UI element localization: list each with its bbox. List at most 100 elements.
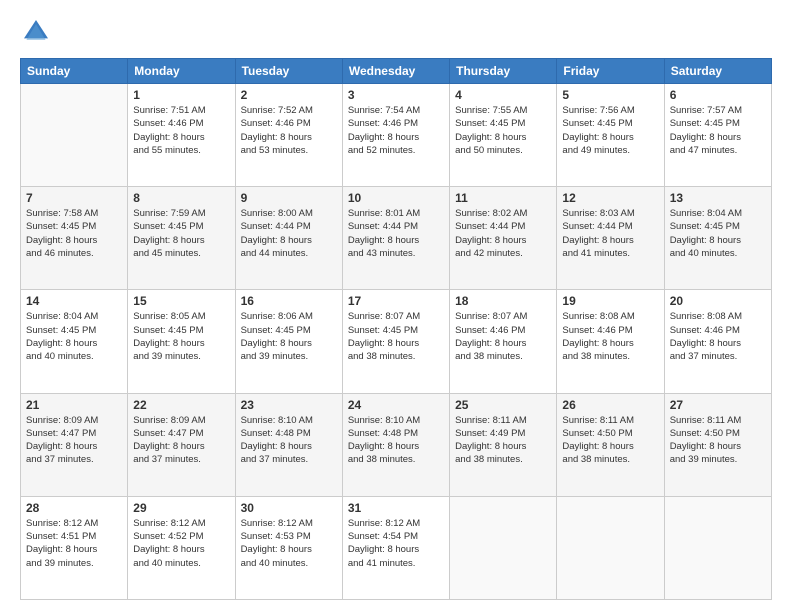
day-number: 13 (670, 191, 766, 205)
logo (20, 16, 56, 48)
day-info: Sunrise: 8:08 AMSunset: 4:46 PMDaylight:… (670, 310, 766, 363)
calendar-table: SundayMondayTuesdayWednesdayThursdayFrid… (20, 58, 772, 600)
day-number: 21 (26, 398, 122, 412)
day-info: Sunrise: 8:09 AMSunset: 4:47 PMDaylight:… (26, 414, 122, 467)
day-info: Sunrise: 8:11 AMSunset: 4:50 PMDaylight:… (562, 414, 658, 467)
day-number: 8 (133, 191, 229, 205)
day-number: 31 (348, 501, 444, 515)
day-info: Sunrise: 8:11 AMSunset: 4:49 PMDaylight:… (455, 414, 551, 467)
day-info: Sunrise: 7:54 AMSunset: 4:46 PMDaylight:… (348, 104, 444, 157)
day-header-thursday: Thursday (450, 59, 557, 84)
day-number: 9 (241, 191, 337, 205)
day-number: 22 (133, 398, 229, 412)
day-info: Sunrise: 8:11 AMSunset: 4:50 PMDaylight:… (670, 414, 766, 467)
day-cell: 20 Sunrise: 8:08 AMSunset: 4:46 PMDaylig… (664, 290, 771, 393)
day-info: Sunrise: 8:06 AMSunset: 4:45 PMDaylight:… (241, 310, 337, 363)
day-number: 30 (241, 501, 337, 515)
week-row-1: 1 Sunrise: 7:51 AMSunset: 4:46 PMDayligh… (21, 84, 772, 187)
day-info: Sunrise: 8:03 AMSunset: 4:44 PMDaylight:… (562, 207, 658, 260)
day-cell: 6 Sunrise: 7:57 AMSunset: 4:45 PMDayligh… (664, 84, 771, 187)
day-cell: 5 Sunrise: 7:56 AMSunset: 4:45 PMDayligh… (557, 84, 664, 187)
day-cell: 31 Sunrise: 8:12 AMSunset: 4:54 PMDaylig… (342, 496, 449, 599)
day-number: 19 (562, 294, 658, 308)
day-cell: 16 Sunrise: 8:06 AMSunset: 4:45 PMDaylig… (235, 290, 342, 393)
day-cell: 17 Sunrise: 8:07 AMSunset: 4:45 PMDaylig… (342, 290, 449, 393)
day-cell: 14 Sunrise: 8:04 AMSunset: 4:45 PMDaylig… (21, 290, 128, 393)
day-header-sunday: Sunday (21, 59, 128, 84)
day-number: 23 (241, 398, 337, 412)
day-number: 17 (348, 294, 444, 308)
day-info: Sunrise: 7:59 AMSunset: 4:45 PMDaylight:… (133, 207, 229, 260)
day-info: Sunrise: 7:51 AMSunset: 4:46 PMDaylight:… (133, 104, 229, 157)
day-cell (557, 496, 664, 599)
day-cell: 21 Sunrise: 8:09 AMSunset: 4:47 PMDaylig… (21, 393, 128, 496)
day-number: 2 (241, 88, 337, 102)
day-cell: 7 Sunrise: 7:58 AMSunset: 4:45 PMDayligh… (21, 187, 128, 290)
day-cell: 30 Sunrise: 8:12 AMSunset: 4:53 PMDaylig… (235, 496, 342, 599)
day-cell (450, 496, 557, 599)
day-number: 29 (133, 501, 229, 515)
day-info: Sunrise: 8:10 AMSunset: 4:48 PMDaylight:… (348, 414, 444, 467)
day-cell: 11 Sunrise: 8:02 AMSunset: 4:44 PMDaylig… (450, 187, 557, 290)
day-cell: 4 Sunrise: 7:55 AMSunset: 4:45 PMDayligh… (450, 84, 557, 187)
day-info: Sunrise: 8:00 AMSunset: 4:44 PMDaylight:… (241, 207, 337, 260)
day-cell: 12 Sunrise: 8:03 AMSunset: 4:44 PMDaylig… (557, 187, 664, 290)
day-number: 6 (670, 88, 766, 102)
day-cell: 22 Sunrise: 8:09 AMSunset: 4:47 PMDaylig… (128, 393, 235, 496)
day-number: 18 (455, 294, 551, 308)
day-info: Sunrise: 7:56 AMSunset: 4:45 PMDaylight:… (562, 104, 658, 157)
day-cell: 1 Sunrise: 7:51 AMSunset: 4:46 PMDayligh… (128, 84, 235, 187)
day-number: 1 (133, 88, 229, 102)
calendar-header: SundayMondayTuesdayWednesdayThursdayFrid… (21, 59, 772, 84)
day-number: 15 (133, 294, 229, 308)
week-row-2: 7 Sunrise: 7:58 AMSunset: 4:45 PMDayligh… (21, 187, 772, 290)
day-header-tuesday: Tuesday (235, 59, 342, 84)
day-number: 16 (241, 294, 337, 308)
day-info: Sunrise: 8:12 AMSunset: 4:51 PMDaylight:… (26, 517, 122, 570)
day-number: 7 (26, 191, 122, 205)
week-row-3: 14 Sunrise: 8:04 AMSunset: 4:45 PMDaylig… (21, 290, 772, 393)
day-cell: 26 Sunrise: 8:11 AMSunset: 4:50 PMDaylig… (557, 393, 664, 496)
day-info: Sunrise: 7:58 AMSunset: 4:45 PMDaylight:… (26, 207, 122, 260)
day-cell: 13 Sunrise: 8:04 AMSunset: 4:45 PMDaylig… (664, 187, 771, 290)
day-number: 12 (562, 191, 658, 205)
day-number: 10 (348, 191, 444, 205)
day-cell: 29 Sunrise: 8:12 AMSunset: 4:52 PMDaylig… (128, 496, 235, 599)
day-info: Sunrise: 8:07 AMSunset: 4:46 PMDaylight:… (455, 310, 551, 363)
day-info: Sunrise: 8:04 AMSunset: 4:45 PMDaylight:… (670, 207, 766, 260)
day-number: 26 (562, 398, 658, 412)
day-cell: 8 Sunrise: 7:59 AMSunset: 4:45 PMDayligh… (128, 187, 235, 290)
day-info: Sunrise: 8:02 AMSunset: 4:44 PMDaylight:… (455, 207, 551, 260)
day-header-saturday: Saturday (664, 59, 771, 84)
day-info: Sunrise: 7:52 AMSunset: 4:46 PMDaylight:… (241, 104, 337, 157)
day-number: 25 (455, 398, 551, 412)
day-number: 4 (455, 88, 551, 102)
day-number: 24 (348, 398, 444, 412)
day-info: Sunrise: 8:10 AMSunset: 4:48 PMDaylight:… (241, 414, 337, 467)
day-number: 14 (26, 294, 122, 308)
day-cell: 28 Sunrise: 8:12 AMSunset: 4:51 PMDaylig… (21, 496, 128, 599)
day-header-monday: Monday (128, 59, 235, 84)
day-number: 27 (670, 398, 766, 412)
day-number: 3 (348, 88, 444, 102)
logo-icon (20, 16, 52, 48)
day-cell (664, 496, 771, 599)
day-info: Sunrise: 8:05 AMSunset: 4:45 PMDaylight:… (133, 310, 229, 363)
day-number: 11 (455, 191, 551, 205)
day-cell: 10 Sunrise: 8:01 AMSunset: 4:44 PMDaylig… (342, 187, 449, 290)
day-info: Sunrise: 8:01 AMSunset: 4:44 PMDaylight:… (348, 207, 444, 260)
day-info: Sunrise: 8:07 AMSunset: 4:45 PMDaylight:… (348, 310, 444, 363)
day-cell: 2 Sunrise: 7:52 AMSunset: 4:46 PMDayligh… (235, 84, 342, 187)
day-info: Sunrise: 8:12 AMSunset: 4:54 PMDaylight:… (348, 517, 444, 570)
day-info: Sunrise: 8:12 AMSunset: 4:53 PMDaylight:… (241, 517, 337, 570)
day-number: 28 (26, 501, 122, 515)
day-cell: 23 Sunrise: 8:10 AMSunset: 4:48 PMDaylig… (235, 393, 342, 496)
day-cell: 18 Sunrise: 8:07 AMSunset: 4:46 PMDaylig… (450, 290, 557, 393)
day-cell: 19 Sunrise: 8:08 AMSunset: 4:46 PMDaylig… (557, 290, 664, 393)
day-number: 20 (670, 294, 766, 308)
day-info: Sunrise: 7:57 AMSunset: 4:45 PMDaylight:… (670, 104, 766, 157)
day-cell: 25 Sunrise: 8:11 AMSunset: 4:49 PMDaylig… (450, 393, 557, 496)
day-cell (21, 84, 128, 187)
header (20, 16, 772, 48)
day-cell: 3 Sunrise: 7:54 AMSunset: 4:46 PMDayligh… (342, 84, 449, 187)
